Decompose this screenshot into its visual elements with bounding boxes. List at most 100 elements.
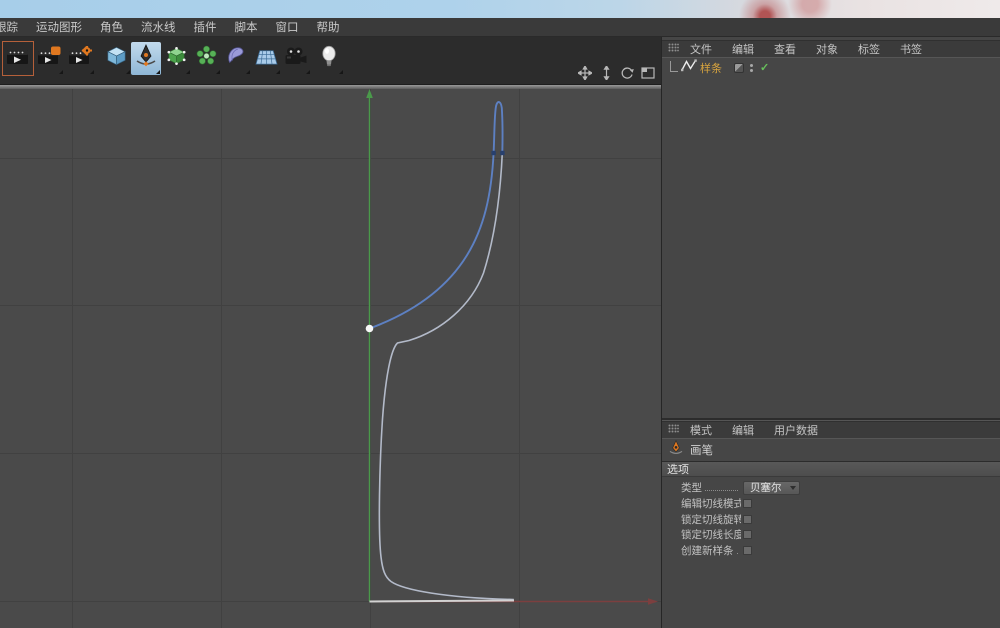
dropdown-corner — [59, 70, 63, 74]
options-section-header[interactable]: 选项 — [662, 461, 1000, 477]
spline-object-icon — [681, 59, 697, 77]
cube-icon — [105, 45, 128, 72]
pen-icon — [134, 44, 158, 73]
add-cube-button[interactable] — [101, 42, 131, 75]
am-menu-mode[interactable]: 模式 — [681, 422, 721, 438]
create-new-spline-label: 创建新样条 — [681, 543, 734, 558]
floor-grid-icon — [254, 46, 279, 72]
layer-chip-icon[interactable] — [734, 63, 744, 73]
attr-row-type: 类型 贝塞尔 — [662, 480, 1000, 496]
lock-tangent-length-label: 锁定切线长度 — [681, 527, 741, 542]
edit-tangent-mode-checkbox[interactable] — [743, 499, 752, 508]
render-view-button[interactable] — [3, 42, 33, 75]
viewport-canvas[interactable] — [0, 89, 661, 628]
viewport-toggle-icon[interactable] — [640, 65, 656, 81]
tree-elbow — [670, 61, 678, 72]
viewport-rotate-icon[interactable] — [619, 65, 635, 81]
om-menu-tags[interactable]: 标签 — [849, 41, 889, 57]
spline-point-selected[interactable] — [366, 325, 374, 333]
spline-segment-base[interactable] — [370, 601, 515, 602]
object-row-spline[interactable]: 样条 ✓ — [662, 59, 1000, 77]
menu-plugins[interactable]: 插件 — [185, 19, 226, 35]
render-to-picture-viewer-button[interactable] — [34, 42, 64, 75]
camera-icon — [283, 46, 309, 72]
dropdown-corner — [90, 70, 94, 74]
dropdown-corner — [156, 70, 160, 74]
om-menu-bookmarks[interactable]: 书签 — [891, 41, 931, 57]
object-manager-menubar: 文件 编辑 查看 对象 标签 书签 — [662, 40, 1000, 58]
add-camera-button[interactable] — [281, 42, 311, 75]
spline-point-rim-left[interactable] — [491, 151, 495, 155]
add-generator-button[interactable] — [161, 42, 191, 75]
viewport-controls — [577, 65, 656, 81]
clapperboard-gear-icon — [68, 46, 93, 72]
spline-pen-button[interactable] — [131, 42, 161, 75]
dotted-leader — [737, 553, 739, 554]
render-settings-button[interactable] — [65, 42, 95, 75]
add-light-button[interactable] — [314, 42, 344, 75]
dropdown-corner — [216, 70, 220, 74]
deformer-flower-icon — [195, 45, 218, 72]
dropdown-corner — [306, 70, 310, 74]
viewport-grid — [0, 89, 661, 628]
attr-row-create-new-spline: 创建新样条 — [662, 543, 1000, 559]
c4d-window: { "menubar": { "items": ["跟踪", "运动图形", "… — [0, 0, 1000, 628]
desktop-wallpaper — [0, 0, 1000, 18]
menu-track[interactable]: 跟踪 — [0, 19, 27, 35]
object-name[interactable]: 样条 — [700, 60, 722, 76]
type-dropdown[interactable]: 贝塞尔 — [743, 481, 800, 495]
dropdown-corner — [126, 70, 130, 74]
menu-character[interactable]: 角色 — [91, 19, 132, 35]
add-spline-deformer-button[interactable] — [221, 42, 251, 75]
om-menu-object[interactable]: 对象 — [807, 41, 847, 57]
am-menu-userdata[interactable]: 用户数据 — [765, 422, 827, 438]
menu-help[interactable]: 帮助 — [308, 19, 349, 35]
dropdown-corner — [339, 70, 343, 74]
green-cube-icon — [165, 45, 188, 72]
type-dropdown-value: 贝塞尔 — [750, 480, 790, 495]
active-tool-row: 画笔 — [662, 440, 1000, 459]
edit-tangent-mode-label: 编辑切线模式 — [681, 496, 741, 511]
am-menu-edit[interactable]: 编辑 — [723, 422, 763, 438]
attribute-rows: 类型 贝塞尔 编辑切线模式 锁定切线旋转 锁定切线长度 创建新样条 — [662, 480, 1000, 558]
create-new-spline-checkbox[interactable] — [743, 546, 752, 555]
main-menubar: 跟踪 运动图形 角色 流水线 插件 脚本 窗口 帮助 — [0, 18, 1000, 37]
lock-tangent-rotation-checkbox[interactable] — [743, 515, 752, 524]
spline-segment-selected[interactable] — [370, 102, 503, 328]
lock-tangent-length-checkbox[interactable] — [743, 530, 752, 539]
left-workspace — [0, 37, 661, 628]
menu-window[interactable]: 窗口 — [267, 19, 308, 35]
add-deformer-button[interactable] — [191, 42, 221, 75]
panel-handle-icon[interactable] — [668, 43, 679, 54]
attr-row-lock-tangent-rotation: 锁定切线旋转 — [662, 511, 1000, 527]
attr-row-edit-tangent-mode: 编辑切线模式 — [662, 496, 1000, 512]
spline-segment-outer[interactable] — [379, 153, 513, 600]
om-menu-file[interactable]: 文件 — [681, 41, 721, 57]
dropdown-corner — [186, 70, 190, 74]
enabled-check-icon[interactable]: ✓ — [760, 63, 769, 74]
viewport-zoom-icon[interactable] — [598, 65, 614, 81]
viewport-pan-icon[interactable] — [577, 65, 593, 81]
menu-pipeline[interactable]: 流水线 — [132, 19, 185, 35]
attr-row-lock-tangent-length: 锁定切线长度 — [662, 527, 1000, 543]
om-menu-edit[interactable]: 编辑 — [723, 41, 763, 57]
clapperboard-icon — [6, 46, 30, 71]
dropdown-corner — [246, 70, 250, 74]
dotted-leader — [705, 490, 738, 491]
viewport-scene — [0, 89, 661, 628]
chevron-down-icon — [790, 486, 796, 490]
main-toolbar — [0, 37, 661, 84]
menu-script[interactable]: 脚本 — [226, 19, 267, 35]
clapperboard-picture-icon — [37, 46, 62, 72]
attribute-manager-menubar: 模式 编辑 用户数据 — [662, 421, 1000, 439]
om-menu-view[interactable]: 查看 — [765, 41, 805, 57]
purple-bend-icon — [225, 45, 247, 72]
type-label: 类型 — [681, 480, 702, 495]
spline-point-rim-right[interactable] — [500, 151, 504, 155]
add-floor-button[interactable] — [251, 42, 281, 75]
panel-handle-icon[interactable] — [668, 424, 679, 435]
right-panel: 文件 编辑 查看 对象 标签 书签 样条 ✓ 模式 编辑 用户数据 画笔 选项 … — [661, 37, 1000, 628]
visibility-dots-icon[interactable] — [750, 64, 753, 72]
menu-mograph[interactable]: 运动图形 — [27, 19, 91, 35]
light-bulb-icon — [319, 45, 339, 73]
